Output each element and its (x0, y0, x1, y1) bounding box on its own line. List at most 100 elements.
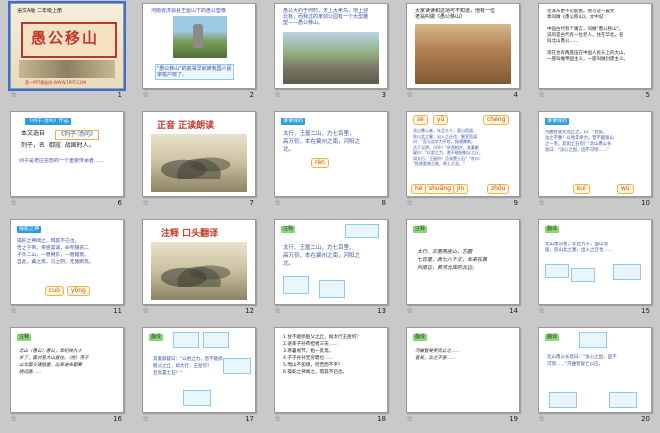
slide-number: 5 (645, 91, 650, 99)
caption-box: "愚公移山"的故事早就被我国人民 家喻户晓了。 (155, 64, 234, 80)
star-icon[interactable]: ☆ (10, 306, 17, 316)
star-icon[interactable]: ☆ (538, 198, 545, 208)
slide-thumb-11[interactable]: 操蛇之神 操蛇之神闻之，惧其不已也， 告之于帝。帝感其诚，命夸娥氏二 子负二山，… (0, 216, 132, 324)
star-icon[interactable]: ☆ (10, 90, 17, 100)
slide-number: 2 (249, 91, 254, 99)
section-tag: 翻译 (545, 226, 560, 233)
slide-footer: 第一PPT模板网-WWW.1PPT.COM (25, 80, 87, 85)
slide-title: 正音 正读朗读 (157, 121, 215, 131)
star-icon[interactable]: ☆ (406, 90, 413, 100)
star-icon[interactable]: ☆ (274, 198, 281, 208)
annotation-note (283, 276, 309, 294)
slide-canvas[interactable]: 愚公大约于何时，天上大卖鸟，地上迎 北有，而我过的家前公园有一个大型雕 塑——愚… (274, 3, 388, 89)
slide-number: 17 (245, 415, 254, 423)
pinyin-bubble: yōng (67, 286, 90, 296)
slide-canvas[interactable]: 翻译 北山愚公长息曰："汝心之固，固不 可彻……"河曲智叟亡以应。 (538, 327, 652, 413)
star-icon[interactable]: ☆ (538, 306, 545, 316)
pinyin-bubble: cuò (45, 286, 64, 296)
star-icon[interactable]: ☆ (274, 414, 281, 424)
slide-thumb-5[interactable]: 毛泽东更不可能爸。他写过一篇文 章叫做《愚公移山》。文中说： 中国古代有个寓言，… (528, 0, 660, 108)
slide-thumb-1[interactable]: 语文A版 二年级上册 愚公移山 第一PPT模板网-WWW.1PPT.COM ☆ 1 (0, 0, 132, 108)
star-icon[interactable]: ☆ (142, 306, 149, 316)
slide-canvas[interactable]: 注释 太行、王屋二山，方七百里， 高万仞，本在冀州之南，河阳之 北。 (274, 219, 388, 305)
slide-body: 北山愚公长息曰："汝心之固，固不 可彻……"河曲智叟亡以应。 (547, 355, 617, 367)
star-icon[interactable]: ☆ (274, 306, 281, 316)
slide-canvas[interactable]: 1.甘不能损魁父之丘，如太行王屋何？ 2.遂率子孙荷担者三夫…… 3.寒暑易节，… (274, 327, 388, 413)
pinyin-bubble: shuāng (425, 184, 456, 194)
star-icon[interactable]: ☆ (538, 90, 545, 100)
star-icon[interactable]: ☆ (10, 198, 17, 208)
slide-body: 太行、王屋两座山，方圆 七百里，高七八千丈，本来在冀 州南边，黄河北岸的北边。 (417, 249, 488, 271)
star-icon[interactable]: ☆ (142, 90, 149, 100)
annotation-note (183, 390, 211, 406)
slide-canvas[interactable]: 读读我的 太行、王屋二山，方七百里， 高万仞，本在冀州之南，河阳之 北。 rèn (274, 111, 388, 197)
slide-canvas[interactable]: 语文A版 二年级上册 愚公移山 第一PPT模板网-WWW.1PPT.COM (8, 1, 126, 91)
slide-number: 6 (117, 199, 122, 207)
slide-body: 北山愚公者，年且九十，面山而 居。惩山北之塞，出入之迂也…… (545, 242, 613, 253)
slide-thumb-6[interactable]: 《列子·汤问》作品 本文选自 《列子·汤问》 列子，名 御寇 战国时人。 列子是… (0, 108, 132, 216)
pinyin-bubble: jīn (453, 184, 469, 194)
slide-thumb-16[interactable]: 注释 北山（愚公）愚公，年纪快九十 岁了，面对着大山居住。（他）苦于 山北面交通… (0, 324, 132, 432)
slide-heading: 河南省济源县王屋山下的愚公塑像 (151, 8, 227, 14)
slide-number: 18 (377, 415, 386, 423)
star-icon[interactable]: ☆ (142, 414, 149, 424)
slide-thumb-15[interactable]: 翻译 北山愚公者，年且九十，面山而 居。惩山北之塞，出入之迂也…… ☆ 15 (528, 216, 660, 324)
slide-thumb-8[interactable]: 读读我的 太行、王屋二山，方七百里， 高万仞，本在冀州之南，河阳之 北。 rèn… (264, 108, 396, 216)
slide-number: 13 (377, 307, 386, 315)
slide-canvas[interactable]: 操蛇之神 操蛇之神闻之，惧其不已也， 告之于帝。帝感其诚，命夸娥氏二 子负二山，… (10, 219, 124, 305)
slide-thumb-20[interactable]: 翻译 北山愚公长息曰："汝心之固，固不 可彻……"河曲智叟亡以应。 ☆ 20 (528, 324, 660, 432)
slide-thumb-18[interactable]: 1.甘不能损魁父之丘，如太行王屋何？ 2.遂率子孙荷担者三夫…… 3.寒暑易节，… (264, 324, 396, 432)
slide-canvas[interactable]: 注释 口头翻译 (142, 219, 256, 305)
pinyin-bubble: chéng (483, 115, 510, 125)
star-icon[interactable]: ☆ (10, 414, 17, 424)
section-tag: 读读我的 (281, 118, 306, 125)
slide-thumb-10[interactable]: 读读我的 河曲智叟笑而止之，曰："甚矣， 汝之不惠！以残年余力，曾不能毁山 之一… (528, 108, 660, 216)
section-tag: 注释 (17, 334, 32, 341)
star-icon[interactable]: ☆ (406, 198, 413, 208)
slide-thumb-4[interactable]: 大家读读和这场可不知道，他有一位 老翁叫做《愚公移山》 ☆ 4 (396, 0, 528, 108)
slide-canvas[interactable]: 河南省济源县王屋山下的愚公塑像 "愚公移山"的故事早就被我国人民 家喻户晓了。 (142, 3, 256, 89)
slide-body: 大家读读和这场可不知道，他有一位 老翁叫做《愚公移山》 (415, 8, 496, 20)
slide-number: 16 (113, 415, 122, 423)
slide-body: 操蛇之神闻之，惧其不已也， 告之于帝。帝感其诚，命夸娥氏二 子负二山，一厝朔东，… (17, 239, 94, 265)
star-icon[interactable]: ☆ (406, 306, 413, 316)
slide-thumb-3[interactable]: 愚公大约于何时，天上大卖鸟，地上迎 北有，而我过的家前公园有一个大型雕 塑——愚… (264, 0, 396, 108)
slide-thumb-14[interactable]: 注释 太行、王屋两座山，方圆 七百里，高七八千丈，本来在冀 州南边，黄河北岸的北… (396, 216, 528, 324)
slide-number: 7 (249, 199, 254, 207)
star-icon[interactable]: ☆ (274, 90, 281, 100)
slide-canvas[interactable]: 注释 太行、王屋两座山，方圆 七百里，高七八千丈，本来在冀 州南边，黄河北岸的北… (406, 219, 520, 305)
star-icon[interactable]: ☆ (538, 414, 545, 424)
slide-number: 20 (641, 415, 650, 423)
slide-body: 太行、王屋二山，方七百里， 高万仞，本在冀州之南，河阳之 北。 (283, 131, 361, 153)
slide-body: 毛泽东更不可能爸。他写过一篇文 章叫做《愚公移山》。文中说： 中国古代有个寓言，… (547, 9, 628, 62)
annotation-note (345, 224, 379, 238)
slide-canvas[interactable]: sè yū chéng 北山愚公者，年且九十，面山而居。 惩山北之塞，出入之迂也… (406, 111, 520, 197)
slide-thumb-19[interactable]: 翻译 河曲智叟笑而止之…… 甚矣，汝之不惠…… ☆ 19 (396, 324, 528, 432)
slide-thumb-2[interactable]: 河南省济源县王屋山下的愚公塑像 "愚公移山"的故事早就被我国人民 家喻户晓了。 … (132, 0, 264, 108)
pinyin-bubble: zhōu (487, 184, 510, 194)
illustration-photo (415, 24, 511, 84)
slide-number: 12 (245, 307, 254, 315)
slide-thumb-7[interactable]: 正音 正读朗读 ☆ 7 (132, 108, 264, 216)
slide-thumb-13[interactable]: 注释 太行、王屋二山，方七百里， 高万仞，本在冀州之南，河阳之 北。 ☆ 13 (264, 216, 396, 324)
star-icon[interactable]: ☆ (142, 198, 149, 208)
slide-thumb-12[interactable]: 注释 口头翻译 ☆ 12 (132, 216, 264, 324)
slide-thumb-9[interactable]: sè yū chéng 北山愚公者，年且九十，面山而居。 惩山北之塞，出入之迂也… (396, 108, 528, 216)
pinyin-bubble: yū (433, 115, 449, 125)
slide-canvas[interactable]: 《列子·汤问》作品 本文选自 《列子·汤问》 列子，名 御寇 战国时人。 列子是… (10, 111, 124, 197)
slide-canvas[interactable]: 翻译 其妻献疑曰："以君之力，曾不能损 魁父之丘，如太行、王屋何？ 且焉置土石？… (142, 327, 256, 413)
slide-canvas[interactable]: 大家读读和这场可不知道，他有一位 老翁叫做《愚公移山》 (406, 3, 520, 89)
slide-canvas[interactable]: 毛泽东更不可能爸。他写过一篇文 章叫做《愚公移山》。文中说： 中国古代有个寓言，… (538, 3, 652, 89)
slide-canvas[interactable]: 注释 北山（愚公）愚公，年纪快九十 岁了，面对着大山居住。（他）苦于 山北面交通… (10, 327, 124, 413)
slide-canvas[interactable]: 正音 正读朗读 (142, 111, 256, 197)
slide-canvas[interactable]: 翻译 河曲智叟笑而止之…… 甚矣，汝之不惠…… (406, 327, 520, 413)
landscape-strip (19, 60, 115, 78)
annotation-note (579, 332, 607, 348)
slide-thumb-17[interactable]: 翻译 其妻献疑曰："以君之力，曾不能损 魁父之丘，如太行、王屋何？ 且焉置土石？… (132, 324, 264, 432)
star-icon[interactable]: ☆ (406, 414, 413, 424)
section-tag: 操蛇之神 (17, 226, 42, 233)
source-title: 《列子·汤问》 (55, 130, 99, 140)
annotation-note (609, 392, 637, 408)
slide-canvas[interactable]: 读读我的 河曲智叟笑而止之，曰："甚矣， 汝之不惠！以残年余力，曾不能毁山 之一… (538, 111, 652, 197)
slide-canvas[interactable]: 翻译 北山愚公者，年且九十，面山而 居。惩山北之塞，出入之迂也…… (538, 219, 652, 305)
